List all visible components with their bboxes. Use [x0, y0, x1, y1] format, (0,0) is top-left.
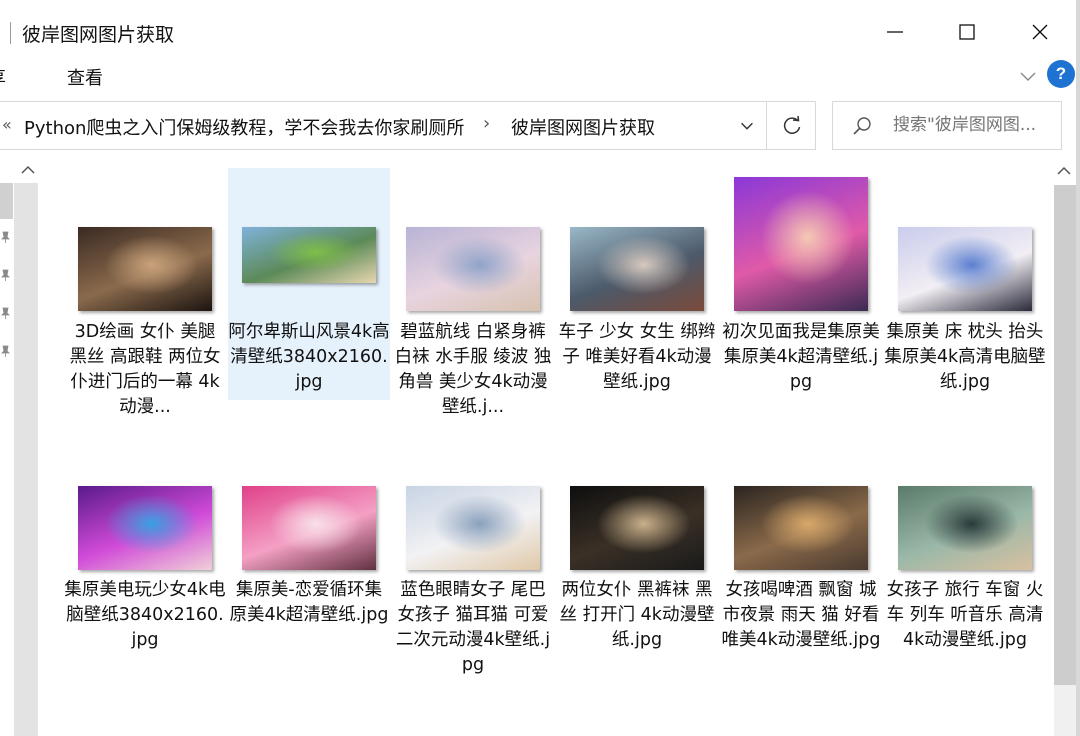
file-item[interactable]: 初次见面我是集原美 集原美4k超清壁纸.jpg: [720, 168, 882, 400]
minimize-button[interactable]: [870, 14, 920, 50]
nav-selected-item[interactable]: [0, 183, 13, 219]
image-thumbnail: [898, 486, 1032, 570]
chevron-down-icon[interactable]: [1018, 66, 1038, 86]
file-item[interactable]: 碧蓝航线 白紧身裤 白袜 水手服 绫波 独角兽 美少女4k动漫壁纸.j...: [392, 168, 554, 417]
minimize-icon: [887, 31, 903, 33]
title-separator: [10, 22, 11, 44]
file-name: 初次见面我是集原美 集原美4k超清壁纸.jpg: [722, 322, 880, 392]
address-bar[interactable]: « Python爬虫之入门保姆级教程，学不会我去你家刷厕所 › 彼岸图网图片获取: [0, 101, 816, 150]
file-item[interactable]: 集原美-恋爱循环集原美4k超清壁纸.jpg: [228, 470, 390, 702]
file-item[interactable]: 两位女仆 黑裤袜 黑丝 打开门 4k动漫壁纸.jpg: [556, 470, 718, 702]
file-name: 集原美-恋爱循环集原美4k超清壁纸.jpg: [229, 580, 389, 625]
image-thumbnail: [570, 486, 704, 570]
image-thumbnail: [406, 486, 540, 570]
image-thumbnail: [734, 486, 868, 570]
search-box[interactable]: [832, 101, 1062, 150]
file-item[interactable]: 女孩子 旅行 车窗 火车 列车 听音乐 高清4k动漫壁纸.jpg: [884, 470, 1046, 702]
file-item[interactable]: 3D绘画 女仆 美腿 黑丝 高跟鞋 两位女仆进门后的一幕 4k动漫...: [64, 168, 226, 417]
address-dropdown-button[interactable]: [727, 102, 767, 149]
file-item[interactable]: 蓝色眼睛女子 尾巴 女孩子 猫耳猫 可爱二次元动漫4k壁纸.jpg: [392, 470, 554, 702]
file-item[interactable]: 女孩喝啤酒 飘窗 城市夜景 雨天 猫 好看唯美4k动漫壁纸.jpg: [720, 470, 882, 702]
search-input[interactable]: [893, 115, 1058, 135]
file-name: 阿尔卑斯山风景4k高清壁纸3840x2160.jpg: [228, 322, 390, 392]
nav-scroll-up-icon[interactable]: [18, 160, 38, 180]
breadcrumb-overflow-icon[interactable]: «: [2, 115, 12, 134]
image-thumbnail: [898, 227, 1032, 311]
image-thumbnail: [570, 227, 704, 311]
file-name: 两位女仆 黑裤袜 黑丝 打开门 4k动漫壁纸.jpg: [559, 580, 715, 650]
search-icon: [853, 117, 871, 135]
file-name: 集原美电玩少女4k电脑壁纸3840x2160.jpg: [64, 580, 226, 650]
file-name: 集原美 床 枕头 抬头 集原美4k高清电脑壁纸.jpg: [884, 322, 1046, 392]
chevron-down-icon: [740, 122, 753, 130]
pin-icon: [1, 307, 10, 319]
refresh-button[interactable]: [769, 102, 815, 149]
window-title: 彼岸图网图片获取: [22, 24, 175, 46]
file-name: 车子 少女 女生 绑辫子 唯美好看4k动漫壁纸.jpg: [558, 322, 716, 392]
file-name: 碧蓝航线 白紧身裤 白袜 水手服 绫波 独角兽 美少女4k动漫壁纸.j...: [394, 322, 552, 417]
breadcrumb-separator-icon[interactable]: ›: [483, 113, 490, 134]
scrollbar-thumb[interactable]: [1054, 185, 1076, 685]
scroll-up-icon[interactable]: [1053, 160, 1075, 182]
tab-share[interactable]: 享: [0, 64, 6, 90]
image-thumbnail: [734, 177, 868, 311]
ribbon: 享 查看: [0, 60, 1080, 94]
file-name: 蓝色眼睛女子 尾巴 女孩子 猫耳猫 可爱二次元动漫4k壁纸.jpg: [395, 580, 551, 675]
file-item[interactable]: 车子 少女 女生 绑辫子 唯美好看4k动漫壁纸.jpg: [556, 168, 718, 400]
image-thumbnail: [78, 227, 212, 311]
image-thumbnail: [242, 486, 376, 570]
file-item[interactable]: 集原美电玩少女4k电脑壁纸3840x2160.jpg: [64, 470, 226, 702]
tab-view[interactable]: 查看: [67, 64, 103, 90]
breadcrumb-parent[interactable]: Python爬虫之入门保姆级教程，学不会我去你家刷厕所: [24, 114, 464, 140]
pin-icon: [1, 231, 10, 243]
file-name: 女孩喝啤酒 飘窗 城市夜景 雨天 猫 好看唯美4k动漫壁纸.jpg: [721, 580, 881, 650]
refresh-icon: [783, 115, 801, 134]
pin-icon: [1, 269, 10, 281]
maximize-icon: [959, 24, 975, 40]
file-item[interactable]: 集原美 床 枕头 抬头 集原美4k高清电脑壁纸.jpg: [884, 168, 1046, 400]
window-border: [1076, 0, 1080, 736]
pin-icon: [1, 345, 10, 357]
file-item[interactable]: 阿尔卑斯山风景4k高清壁纸3840x2160.jpg: [228, 168, 390, 400]
image-thumbnail: [78, 486, 212, 570]
help-button[interactable]: ?: [1047, 60, 1075, 88]
maximize-button[interactable]: [942, 14, 992, 50]
image-thumbnail: [406, 227, 540, 311]
file-name: 女孩子 旅行 车窗 火车 列车 听音乐 高清4k动漫壁纸.jpg: [886, 580, 1044, 650]
close-button[interactable]: [1015, 14, 1065, 50]
file-name: 3D绘画 女仆 美腿 黑丝 高跟鞋 两位女仆进门后的一幕 4k动漫...: [69, 322, 221, 417]
nav-scrollbar[interactable]: [14, 183, 38, 736]
breadcrumb-current[interactable]: 彼岸图网图片获取: [511, 114, 655, 140]
close-icon: [1032, 24, 1048, 40]
image-thumbnail: [242, 227, 376, 283]
title-bar: 彼岸图网图片获取: [0, 0, 1080, 62]
